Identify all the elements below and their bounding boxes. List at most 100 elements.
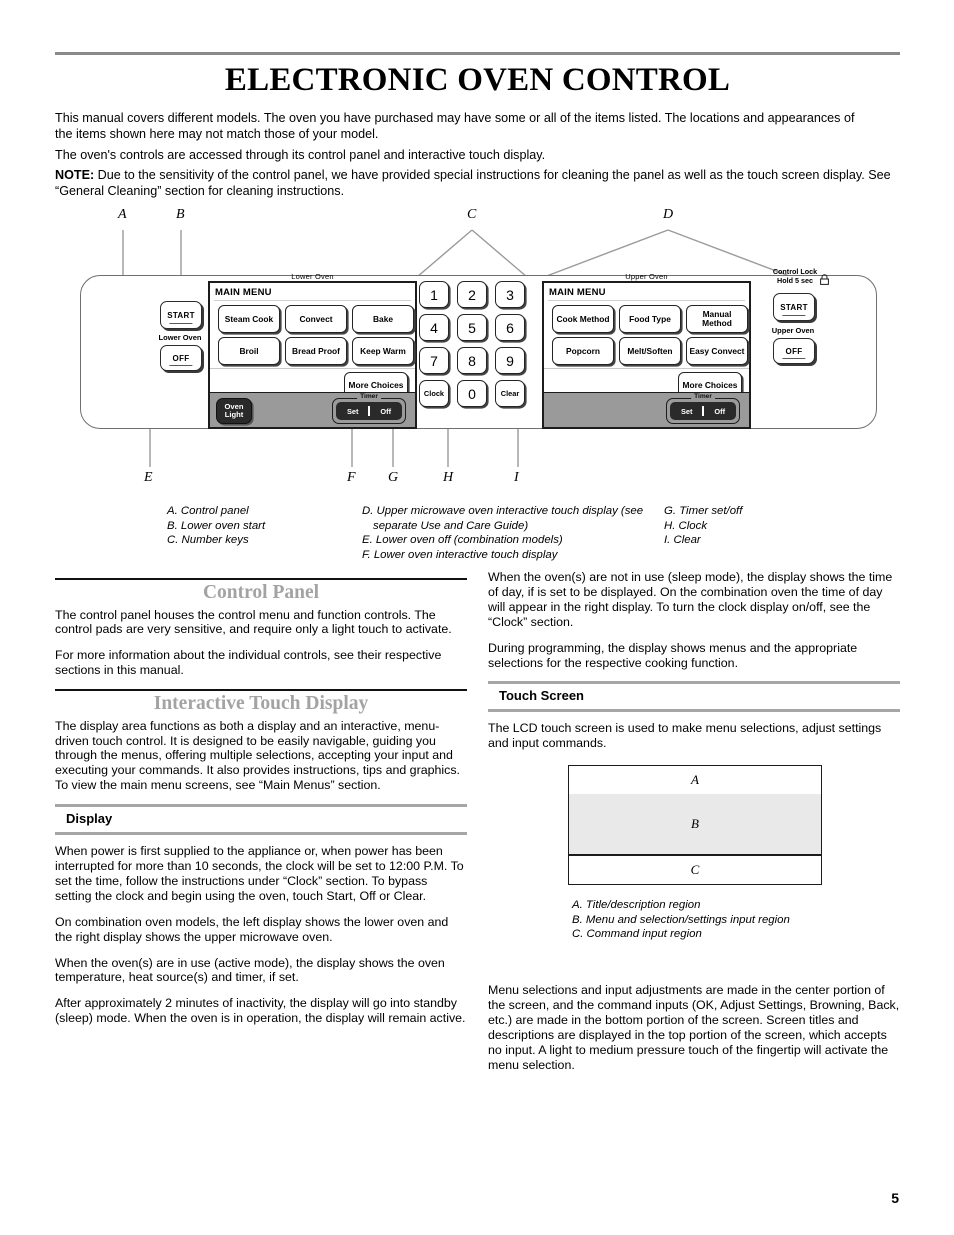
display-paragraph-1: When power is first supplied to the appl…: [55, 844, 464, 903]
legend-item-a: A. Control panel: [167, 505, 249, 517]
note-label: NOTE:: [55, 168, 95, 182]
menu-key-cook-method[interactable]: Cook Method: [552, 305, 614, 333]
menu-key-popcorn[interactable]: Popcorn: [552, 337, 614, 365]
numpad-key-2[interactable]: 2: [457, 281, 487, 308]
control-panel-diagram: A B C D E F G H I START Lower Oven OFF L…: [55, 205, 900, 555]
timer-divider: [368, 406, 370, 416]
numpad-key-6[interactable]: 6: [495, 314, 525, 341]
legend-item-c: C. Number keys: [167, 534, 249, 547]
menu-key-food-type[interactable]: Food Type: [619, 305, 681, 333]
section-rule: [55, 578, 467, 580]
upper-oven-side-label: Upper Oven: [771, 326, 815, 335]
menu-divider: [548, 300, 745, 301]
button-underline: [782, 314, 806, 316]
oven-light-button[interactable]: Oven Light: [216, 398, 252, 424]
heading-interactive-touch-display: Interactive Touch Display: [153, 692, 369, 714]
lower-oven-main-menu-label: MAIN MENU: [215, 287, 272, 298]
legend-item-b: B. Lower oven start: [167, 519, 266, 532]
lower-oven-off-button[interactable]: OFF: [160, 345, 202, 371]
heading-control-panel: Control Panel: [202, 581, 320, 603]
callout-a: A: [118, 207, 127, 222]
right-column-lower: Menu selections and input adjustments ar…: [488, 983, 900, 1083]
menu-key-convect[interactable]: Convect: [285, 305, 347, 333]
section-rule: [55, 689, 467, 691]
numpad-key-clock[interactable]: Clock: [419, 380, 449, 407]
upper-oven-start-button[interactable]: START: [773, 293, 815, 321]
upper-oven-start-label: START: [780, 302, 808, 312]
lower-oven-bottom-strip: Oven Light Timer Set Off: [210, 392, 415, 427]
lock-icon: [820, 274, 830, 285]
legend-column-1: A. Control panel B. Lower oven start C. …: [167, 504, 347, 548]
numpad-key-clear[interactable]: Clear: [495, 380, 525, 407]
numpad-key-1[interactable]: 1: [419, 281, 449, 308]
numpad-key-3[interactable]: 3: [495, 281, 525, 308]
touch-screen-caption-a: A. Title/description region: [572, 899, 701, 911]
callout-i: I: [514, 470, 519, 485]
callout-c: C: [467, 207, 477, 222]
numpad-key-5[interactable]: 5: [457, 314, 487, 341]
numpad-key-9[interactable]: 9: [495, 347, 525, 374]
timer-off-label-upper: Off: [714, 406, 726, 416]
callout-e: E: [144, 470, 153, 485]
numpad-key-7[interactable]: 7: [419, 347, 449, 374]
intro-paragraph-1: This manual covers different models. The…: [55, 111, 855, 141]
callout-f: F: [347, 470, 356, 485]
timer-set-off-button-lower[interactable]: Set Off: [336, 402, 402, 420]
callout-d: D: [663, 207, 674, 222]
subsection-rule-bottom: [488, 709, 900, 713]
button-underline: [169, 322, 193, 324]
menu-divider-2: [210, 368, 415, 369]
display-paragraph-2: On combination oven models, the left dis…: [55, 914, 449, 944]
region-c-label: C: [690, 862, 700, 877]
callout-g: G: [388, 470, 399, 485]
timer-divider: [702, 406, 704, 416]
upper-oven-main-menu-label: MAIN MENU: [549, 287, 606, 298]
subsection-rule-bottom: [55, 832, 467, 836]
legend-column-3: G. Timer set/off H. Clock I. Clear: [664, 504, 834, 548]
timer-set-off-button-upper[interactable]: Set Off: [670, 402, 736, 420]
touch-screen-caption-c: C. Command input region: [572, 928, 702, 941]
upper-oven-timer-group: Timer Set Off: [666, 393, 740, 424]
upper-oven-off-button[interactable]: OFF: [773, 338, 815, 364]
menu-divider: [214, 300, 411, 301]
page-number: 5: [891, 1190, 899, 1206]
numpad-key-4[interactable]: 4: [419, 314, 449, 341]
touch-screen-region-c: C: [569, 856, 821, 884]
timer-set-label-upper: Set: [680, 406, 693, 416]
right-column: When the oven(s) are not in use (sleep m…: [488, 570, 900, 762]
note-text: Due to the sensitivity of the control pa…: [55, 168, 891, 198]
legend-item-h: H. Clock: [664, 519, 708, 532]
lower-oven-off-label: OFF: [172, 353, 190, 363]
menu-key-bread-proof[interactable]: Bread Proof: [285, 337, 347, 365]
numpad-key-0[interactable]: 0: [457, 380, 487, 407]
control-panel-paragraph-1: The control panel houses the control men…: [55, 607, 452, 637]
menu-key-manual-method[interactable]: Manual Method: [686, 305, 748, 333]
menu-key-bake[interactable]: Bake: [352, 305, 414, 333]
upper-oven-display[interactable]: Upper Oven MAIN MENU Cook Method Food Ty…: [542, 272, 751, 429]
display-paragraph-3: When the oven(s) are in use (active mode…: [55, 955, 445, 985]
region-b-label: B: [691, 816, 699, 831]
legend-item-d: D. Upper microwave oven interactive touc…: [362, 505, 644, 532]
numpad-key-8[interactable]: 8: [457, 347, 487, 374]
lower-oven-display[interactable]: Lower Oven MAIN MENU Steam Cook Convect …: [208, 272, 417, 429]
lower-oven-menu-row-1: Steam Cook Convect Bake: [218, 305, 414, 333]
control-lock-line2: Hold 5 sec: [777, 276, 813, 285]
display-paragraph-4: After approximately 2 minutes of inactiv…: [55, 996, 466, 1026]
timer-label-upper: Timer: [691, 393, 715, 400]
menu-key-melt-soften[interactable]: Melt/Soften: [619, 337, 681, 365]
region-a-label: A: [691, 772, 699, 787]
touch-screen-paragraph-1: The LCD touch screen is used to make men…: [488, 721, 882, 751]
intro-note: NOTE: Due to the sensitivity of the cont…: [55, 168, 900, 199]
lower-oven-start-button[interactable]: START: [160, 301, 202, 329]
heading-touch-screen: Touch Screen: [499, 688, 585, 704]
lower-oven-side-label: Lower Oven: [158, 333, 202, 342]
menu-key-steam-cook[interactable]: Steam Cook: [218, 305, 280, 333]
menu-key-keep-warm[interactable]: Keep Warm: [352, 337, 414, 365]
callout-b: B: [176, 207, 185, 222]
menu-key-easy-convect[interactable]: Easy Convect: [686, 337, 748, 365]
upper-oven-caption: Upper Oven: [625, 272, 668, 281]
menu-key-broil[interactable]: Broil: [218, 337, 280, 365]
legend-item-i: I. Clear: [664, 534, 701, 547]
left-column: Control Panel The control panel houses t…: [55, 578, 467, 1037]
interactive-touch-display-paragraph: The display area functions as both a dis…: [55, 718, 460, 793]
